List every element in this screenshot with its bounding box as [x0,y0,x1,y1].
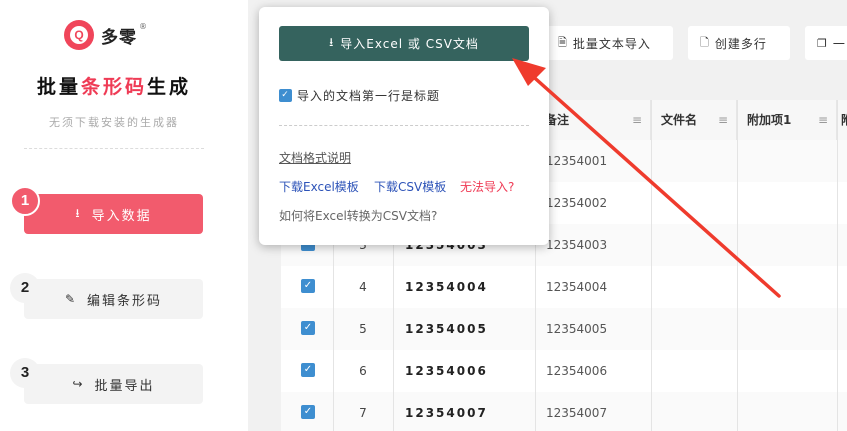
step-number-2: 2 [10,273,40,303]
import-button-label: 导入Excel 或 CSV文档 [340,37,479,51]
row-note[interactable]: 12354007 [546,392,607,431]
step-import-data[interactable]: ⭳ 导入数据 [24,194,203,234]
row-note[interactable]: 12354006 [546,350,607,392]
edit-icon: ✎ [64,292,78,306]
format-help-link[interactable]: 文档格式说明 [279,149,351,166]
row-note[interactable]: 12354001 [546,140,607,182]
logo-letter: Q [70,26,88,44]
row-checkbox[interactable]: ✓ [301,405,315,419]
step-number-3: 3 [10,358,40,388]
batch-text-import-label: 批量文本导入 [572,36,651,51]
share-icon: ↪ [72,377,85,391]
header-extra1: 附加项1 ≡ [737,100,837,140]
first-row-header-checkbox[interactable]: ✓ 导入的文档第一行是标题 [279,87,440,104]
download-icon: ⭳ [329,35,335,49]
row-barcode[interactable]: 12354007 [405,392,488,431]
logo[interactable]: Q 多零 ® [64,20,147,50]
download-excel-template-link[interactable]: 下载Excel模板 [279,178,359,195]
table-row[interactable]: ✓ 5 12354005 12354005 [281,308,847,350]
first-row-header-label: 导入的文档第一行是标题 [297,89,441,103]
import-excel-csv-button[interactable]: ⭳ 导入Excel 或 CSV文档 [279,26,529,61]
step-label: 批量导出 [94,378,155,394]
row-note[interactable]: 12354005 [546,308,607,350]
import-popover: ⭳ 导入Excel 或 CSV文档 ✓ 导入的文档第一行是标题 文档格式说明 下… [259,7,549,245]
table-row[interactable]: ✓ 7 12354007 12354007 [281,392,847,431]
row-barcode[interactable]: 12354005 [405,308,488,350]
column-menu-icon[interactable]: ≡ [818,100,828,140]
column-divider [651,100,652,431]
table-row[interactable]: ✓ 4 12354004 12354004 [281,266,847,308]
header-note: 备注 ≡ [535,100,651,140]
registered-mark: ® [139,21,147,31]
row-number: 7 [359,406,367,420]
how-to-convert-link[interactable]: 如何将Excel转换为CSV文档? [279,207,437,224]
header-extra2: 附 [837,100,847,140]
header-extra1-label: 附加项1 [747,113,792,127]
header-filename-label: 文件名 [661,113,698,127]
app-subtitle: 无须下载安装的生成器 [49,116,179,129]
row-barcode[interactable]: 12354006 [405,350,488,392]
brand-name: 多零 [101,27,137,48]
more-toolbar-label: 一 [832,36,846,51]
popover-divider [279,125,529,126]
sidebar: Q 多零 ® 批量条形码生成 无须下载安装的生成器 ⭳ 导入数据 1 ✎ 编辑条… [0,0,228,431]
row-note[interactable]: 12354002 [546,182,607,224]
column-menu-icon[interactable]: ≡ [718,100,728,140]
column-divider [837,100,838,431]
row-checkbox[interactable]: ✓ [301,279,315,293]
step-label: 编辑条形码 [87,293,163,309]
create-rows-label: 创建多行 [714,36,767,51]
header-extra2-label: 附 [841,113,847,127]
row-number: 4 [359,280,367,294]
cannot-import-link[interactable]: 无法导入? [460,178,514,195]
column-divider [737,100,738,431]
row-barcode[interactable]: 12354004 [405,266,488,308]
row-number: 6 [359,364,367,378]
row-note[interactable]: 12354004 [546,266,607,308]
logo-badge-icon: Q [64,20,94,50]
download-csv-template-link[interactable]: 下载CSV模板 [374,178,446,195]
sidebar-divider [24,148,204,149]
row-note[interactable]: 12354003 [546,224,607,266]
batch-text-import-button[interactable]: 🗎 批量文本导入 [546,26,673,60]
step-edit-barcode[interactable]: ✎ 编辑条形码 [24,279,203,319]
copy-icon: ❐ [817,36,828,50]
app-title-post: 生成 [147,76,192,98]
app-title-pre: 批量 [36,76,81,98]
step-number-1: 1 [10,186,40,216]
app-title: 批量条形码生成 [0,72,228,99]
document-icon: 🗎 [558,35,568,49]
table-row[interactable]: ✓ 6 12354006 12354006 [281,350,847,392]
create-rows-button[interactable]: 🗋 创建多行 [688,26,790,60]
more-toolbar-button[interactable]: ❐ 一 [805,26,847,60]
row-number: 5 [359,322,367,336]
step-label: 导入数据 [91,208,152,224]
step-batch-export[interactable]: ↪ 批量导出 [24,364,203,404]
header-filename: 文件名 ≡ [651,100,737,140]
app-title-highlight: 条形码 [80,76,147,98]
file-icon: 🗋 [700,35,710,49]
column-menu-icon[interactable]: ≡ [632,100,642,140]
row-checkbox[interactable]: ✓ [301,321,315,335]
download-icon: ⭳ [75,205,82,220]
checkbox-checked-icon[interactable]: ✓ [279,89,292,102]
row-checkbox[interactable]: ✓ [301,363,315,377]
